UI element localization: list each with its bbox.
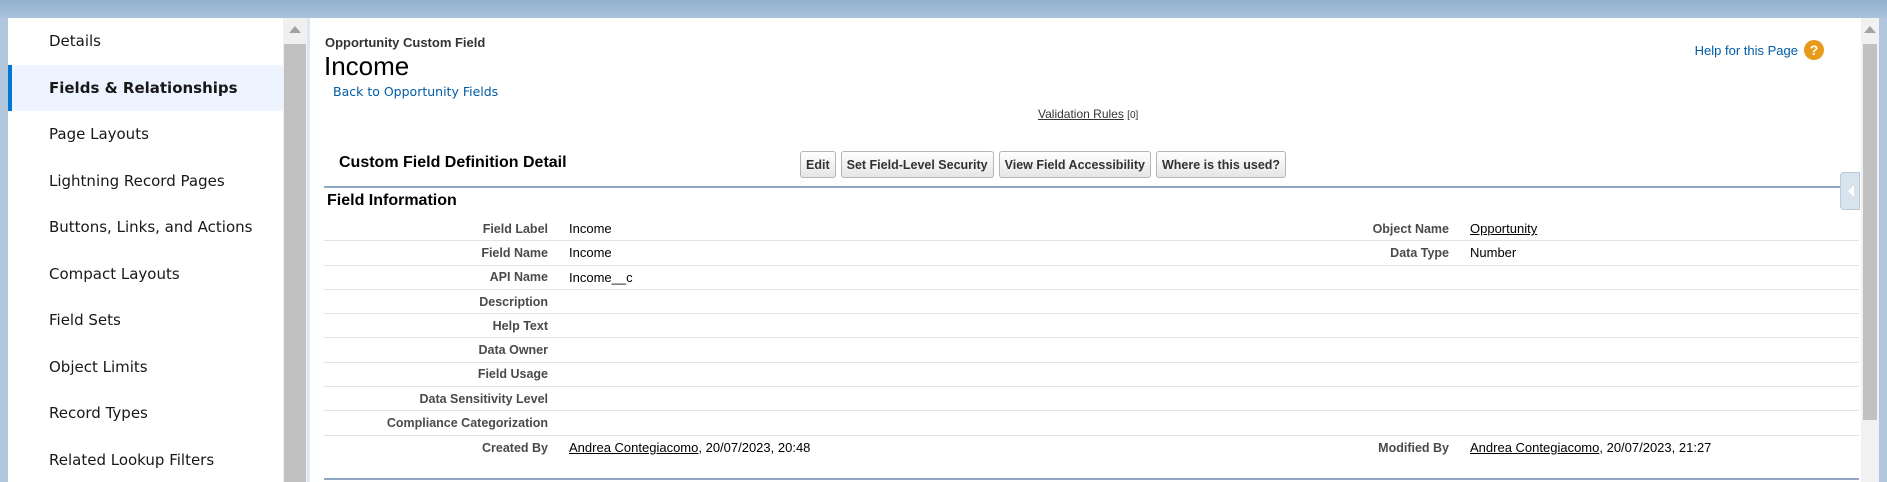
main-scroll-thumb[interactable]: [1863, 44, 1877, 420]
modified-by-value: Andrea Contegiacomo, 20/07/2023, 21:27: [1449, 440, 1711, 455]
data-sensitivity-label: Data Sensitivity Level: [419, 391, 548, 406]
validation-rules-link: Validation Rules [0]: [1038, 107, 1138, 121]
top-band: [0, 0, 1887, 18]
sidebar-item-field-sets[interactable]: Field Sets: [8, 297, 283, 344]
table-row: Description: [324, 290, 1859, 315]
edit-button[interactable]: Edit: [800, 151, 836, 178]
api-name-value: Income__c: [569, 269, 633, 285]
sidebar-scrollbar[interactable]: [283, 18, 307, 482]
section-bottom-divider: [324, 478, 1859, 480]
main-scrollbar[interactable]: [1861, 18, 1879, 482]
sidebar-item-page-layouts[interactable]: Page Layouts: [8, 111, 283, 158]
help-link-label[interactable]: Help for this Page: [1695, 43, 1798, 58]
sidebar-item-fields-relationships[interactable]: Fields & Relationships: [8, 64, 283, 111]
compliance-label: Compliance Categorization: [386, 416, 548, 431]
created-by-user-link[interactable]: Andrea Contegiacomo: [569, 440, 698, 455]
sidebar-item-related-lookup-filters[interactable]: Related Lookup Filters: [8, 437, 283, 482]
section-divider: [324, 186, 1859, 188]
detail-button-row: Edit Set Field-Level Security View Field…: [800, 151, 1287, 178]
help-link[interactable]: Help for this Page ?: [1695, 40, 1824, 60]
main-content: Opportunity Custom Field Income Back to …: [310, 18, 1861, 482]
set-field-level-security-button[interactable]: Set Field-Level Security: [840, 151, 994, 178]
setup-sidebar: Details Fields & Relationships Page Layo…: [8, 18, 283, 482]
table-row: Created By Andrea Contegiacomo, 20/07/20…: [324, 436, 1859, 460]
table-row: API Name Income__c: [324, 266, 1859, 290]
object-name-label: Object Name: [1372, 221, 1449, 236]
scroll-up-arrow-icon[interactable]: [1864, 26, 1876, 33]
validation-rules-label[interactable]: Validation Rules: [1038, 107, 1124, 121]
modified-by-label: Modified By: [1378, 440, 1449, 455]
object-name-link[interactable]: Opportunity: [1470, 221, 1537, 236]
created-by-value: Andrea Contegiacomo, 20/07/2023, 20:48: [548, 440, 1194, 455]
help-text-label: Help Text: [492, 318, 548, 333]
collapse-panel-tab[interactable]: [1840, 172, 1860, 210]
sidebar-item-lightning-record-pages[interactable]: Lightning Record Pages: [8, 158, 283, 205]
data-type-value: Number: [1470, 245, 1517, 261]
sidebar-item-record-types[interactable]: Record Types: [8, 390, 283, 437]
field-usage-label: Field Usage: [477, 367, 548, 382]
field-information-table: Field Label Income Object Name Opportuni…: [324, 217, 1859, 460]
table-row: Data Owner: [324, 338, 1859, 363]
field-label-label: Field Label: [482, 221, 548, 236]
sidebar-item-details[interactable]: Details: [8, 18, 283, 65]
table-row: Field Label Income Object Name Opportuni…: [324, 217, 1859, 242]
page-type-label: Opportunity Custom Field: [325, 35, 486, 50]
sidebar-item-buttons-links-actions[interactable]: Buttons, Links, and Actions: [8, 204, 283, 251]
modified-by-date: , 20/07/2023, 21:27: [1599, 440, 1712, 456]
table-row: Compliance Categorization: [324, 411, 1859, 436]
field-name-label: Field Name: [481, 245, 548, 260]
section-title: Custom Field Definition Detail: [339, 154, 567, 171]
view-field-accessibility-button[interactable]: View Field Accessibility: [998, 151, 1151, 178]
api-name-label: API Name: [489, 270, 548, 285]
help-question-icon[interactable]: ?: [1804, 40, 1824, 60]
sidebar-item-compact-layouts[interactable]: Compact Layouts: [8, 251, 283, 298]
back-to-fields-link[interactable]: Back to Opportunity Fields: [333, 84, 498, 99]
created-by-date: , 20/07/2023, 20:48: [698, 440, 811, 456]
data-type-label: Data Type: [1390, 245, 1449, 260]
modified-by-user-link[interactable]: Andrea Contegiacomo: [1470, 440, 1599, 455]
created-by-label: Created By: [482, 440, 548, 455]
sidebar-scroll-thumb[interactable]: [284, 44, 306, 482]
table-row: Data Sensitivity Level: [324, 387, 1859, 412]
validation-rules-count: [0]: [1127, 110, 1139, 121]
field-name-value: Income: [569, 245, 612, 261]
table-row: Help Text: [324, 314, 1859, 339]
table-row: Field Usage: [324, 363, 1859, 388]
sidebar-item-object-limits[interactable]: Object Limits: [8, 344, 283, 391]
table-row: Field Name Income Data Type Number: [324, 241, 1859, 266]
object-name-value: Opportunity: [1449, 221, 1537, 236]
where-is-this-used-button[interactable]: Where is this used?: [1155, 151, 1287, 178]
field-label-value: Income: [569, 221, 612, 237]
field-information-title: Field Information: [327, 192, 457, 209]
data-owner-label: Data Owner: [478, 343, 548, 358]
page-title: Income: [324, 51, 410, 81]
description-label: Description: [479, 294, 548, 309]
scroll-up-arrow-icon[interactable]: [289, 26, 301, 33]
